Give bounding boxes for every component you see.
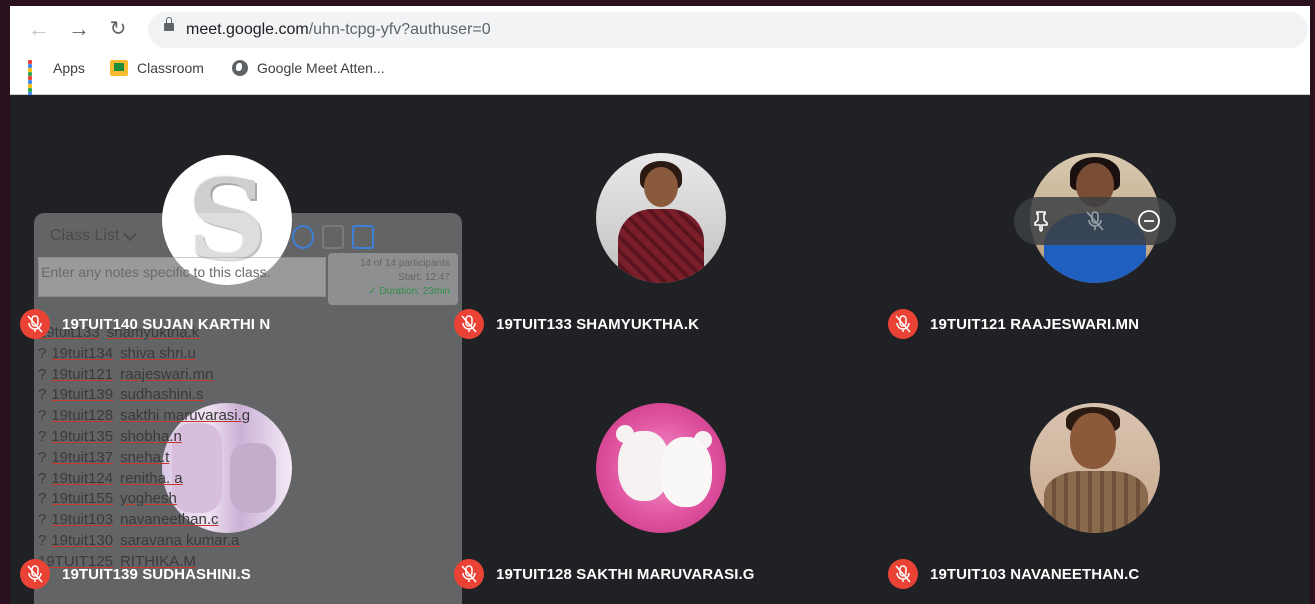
- participant-name: 19TUIT128 SAKTHI MARUVARASI.G: [496, 565, 755, 583]
- reload-icon[interactable]: ↻: [107, 18, 129, 40]
- attendance-row: ? 19tuit121 raajeswari.mn: [38, 365, 462, 386]
- lock-icon: [164, 17, 174, 31]
- student-id-link[interactable]: 19tuit139: [51, 386, 113, 403]
- meet-grid: S Class List Enter any notes specific to…: [10, 95, 1310, 604]
- student-name-link[interactable]: navaneethan.c: [120, 511, 218, 528]
- mic-off-icon: [20, 309, 50, 339]
- pin-icon[interactable]: [1028, 208, 1054, 234]
- back-arrow-icon[interactable]: ←: [28, 18, 50, 40]
- refresh-icon[interactable]: [292, 225, 314, 249]
- status-mark: ?: [38, 531, 47, 549]
- student-id-link[interactable]: 19tuit124: [51, 470, 113, 487]
- bookmark-apps[interactable]: Apps: [28, 60, 85, 96]
- status-mark: ?: [38, 365, 47, 383]
- student-name-link[interactable]: sakthi maruvarasi.g: [120, 407, 250, 424]
- attendance-row: ? 19tuit139 sudhashini.s: [38, 385, 462, 406]
- attendance-list: 19tuit133 shamyuktha.k? 19tuit134 shiva shr…: [38, 323, 462, 573]
- attendance-row: ? 19tuit155 yoghesh: [38, 489, 462, 510]
- student-name-link[interactable]: renitha. a: [120, 470, 183, 487]
- remove-icon[interactable]: [1136, 208, 1162, 234]
- participant-name: 19TUIT133 SHAMYUKTHA.K: [496, 315, 700, 333]
- csv-export-icon[interactable]: [352, 225, 374, 249]
- status-mark: ?: [38, 386, 47, 404]
- tile-hover-controls: [1014, 197, 1176, 245]
- participant-avatar-shamyuktha: [596, 153, 726, 283]
- attendance-row: ? 19tuit135 shobha.n: [38, 427, 462, 448]
- student-id-link[interactable]: 19tuit135: [51, 428, 113, 445]
- student-name-link[interactable]: yoghesh: [120, 490, 177, 507]
- student-name-link[interactable]: saravana kumar.a: [120, 532, 239, 549]
- bookmark-meet-attendance[interactable]: Google Meet Atten...: [232, 60, 385, 76]
- status-mark: ?: [38, 490, 47, 508]
- address-bar[interactable]: meet.google.com/uhn-tcpg-yfv?authuser=0: [148, 12, 1308, 48]
- student-id-link[interactable]: 19tuit130: [51, 532, 113, 549]
- participant-label: 19TUIT140 SUJAN KARTHI N: [20, 308, 270, 340]
- student-name-link[interactable]: sudhashini.s: [120, 386, 203, 403]
- attendance-row: ? 19tuit124 renitha. a: [38, 469, 462, 490]
- attendance-row: ? 19tuit103 navaneethan.c: [38, 510, 462, 531]
- url-text[interactable]: meet.google.com/uhn-tcpg-yfv?authuser=0: [186, 21, 491, 39]
- browser-window: ← → ↻ meet.google.com/uhn-tcpg-yfv?authu…: [10, 6, 1310, 604]
- chevron-down-icon: [123, 226, 138, 242]
- classroom-icon: [110, 60, 128, 76]
- apps-grid-icon: [28, 60, 44, 96]
- participant-name: 19TUIT121 RAAJESWARI.MN: [930, 315, 1140, 333]
- participant-avatar-navaneethan: [1030, 403, 1160, 533]
- mute-icon[interactable]: [1082, 208, 1108, 234]
- participant-name: 19TUIT140 SUJAN KARTHI N: [62, 315, 271, 333]
- participant-name: 19TUIT139 SUDHASHINI.S: [62, 565, 251, 583]
- attendance-row: ? 19tuit134 shiva shri.u: [38, 344, 462, 365]
- attendance-row: ? 19tuit128 sakthi maruvarasi.g: [38, 406, 462, 427]
- class-list-dropdown[interactable]: Class List: [50, 226, 138, 245]
- student-id-link[interactable]: 19tuit103: [51, 511, 113, 528]
- participant-label: 19TUIT133 SHAMYUKTHA.K: [454, 308, 699, 340]
- status-mark: ?: [38, 448, 47, 466]
- participant-label: 19TUIT103 NAVANEETHAN.C: [888, 558, 1139, 590]
- attendance-stats: 14 of 14 participants Start: 12:47 ✓ Dur…: [328, 253, 458, 305]
- status-mark: ?: [38, 344, 47, 362]
- status-mark: ?: [38, 407, 47, 425]
- student-id-link[interactable]: 19tuit137: [51, 449, 113, 466]
- student-name-link[interactable]: shiva shri.u: [120, 345, 196, 362]
- globe-icon: [232, 60, 248, 76]
- mic-off-icon: [888, 559, 918, 589]
- mic-off-icon: [454, 309, 484, 339]
- class-notes-input[interactable]: Enter any notes specific to this class.: [38, 257, 326, 297]
- student-id-link[interactable]: 19tuit121: [51, 366, 113, 383]
- student-id-link[interactable]: 19tuit128: [51, 407, 113, 424]
- student-name-link[interactable]: shobha.n: [120, 428, 182, 445]
- mic-off-icon: [454, 559, 484, 589]
- attendance-row: ? 19tuit130 saravana kumar.a: [38, 531, 462, 552]
- participant-name: 19TUIT103 NAVANEETHAN.C: [930, 565, 1140, 583]
- mic-off-icon: [888, 309, 918, 339]
- participant-label: 19TUIT121 RAAJESWARI.MN: [888, 308, 1139, 340]
- status-mark: ?: [38, 427, 47, 445]
- browser-toolbar: ← → ↻ meet.google.com/uhn-tcpg-yfv?authu…: [10, 6, 1310, 96]
- table-icon[interactable]: [322, 225, 344, 249]
- participant-label: 19TUIT128 SAKTHI MARUVARASI.G: [454, 558, 755, 590]
- mic-off-icon: [20, 559, 50, 589]
- student-id-link[interactable]: 19tuit155: [51, 490, 113, 507]
- participant-label: 19TUIT139 SUDHASHINI.S: [20, 558, 251, 590]
- forward-arrow-icon[interactable]: →: [68, 18, 90, 40]
- attendance-row: ? 19tuit137 sneha.t: [38, 448, 462, 469]
- status-mark: ?: [38, 469, 47, 487]
- student-name-link[interactable]: raajeswari.mn: [120, 366, 213, 383]
- student-name-link[interactable]: sneha.t: [120, 449, 169, 466]
- participant-avatar-sakthi: [596, 403, 726, 533]
- attendance-panel: Class List Enter any notes specific to t…: [34, 213, 462, 604]
- status-mark: ?: [38, 511, 47, 529]
- bookmark-classroom[interactable]: Classroom: [110, 60, 204, 76]
- student-id-link[interactable]: 19tuit134: [51, 345, 113, 362]
- bookmarks-bar: Apps Classroom Google Meet Atten...: [10, 56, 1310, 96]
